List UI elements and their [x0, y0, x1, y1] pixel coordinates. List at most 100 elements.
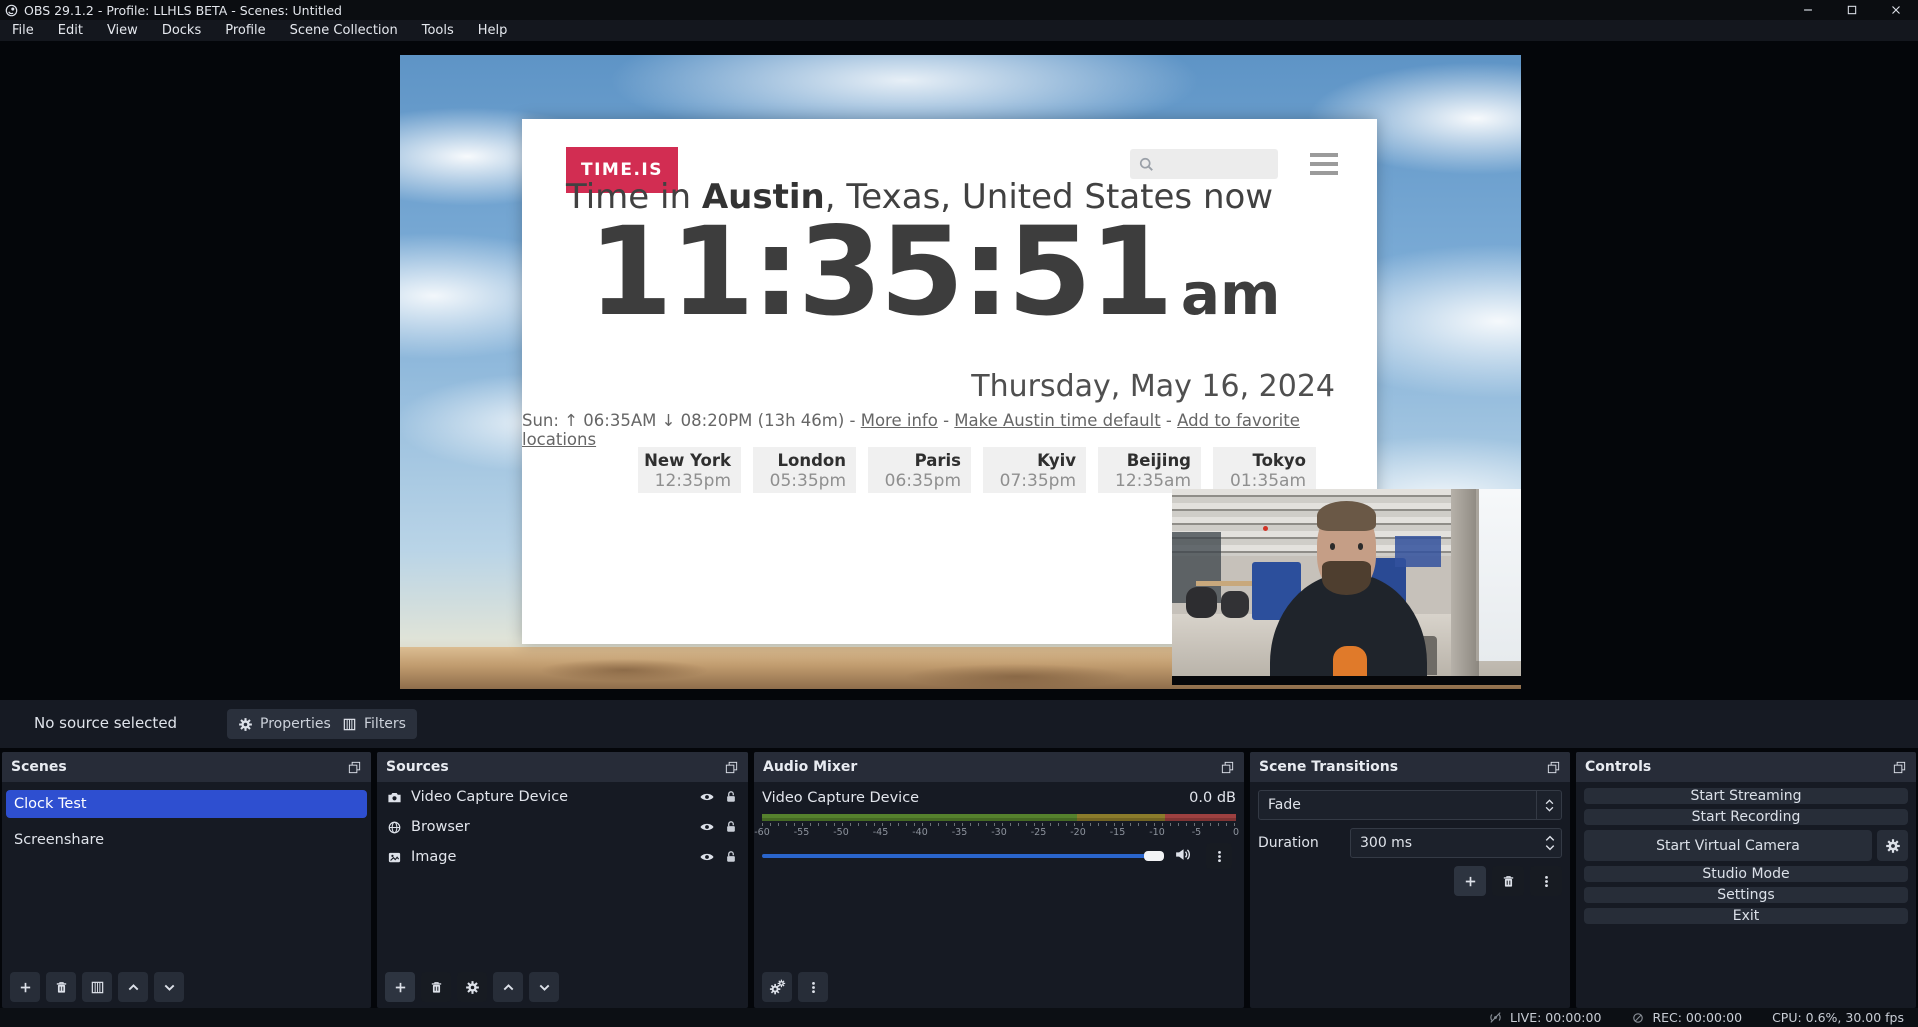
plus-icon — [18, 980, 33, 995]
advanced-audio-button[interactable] — [762, 972, 792, 1002]
make-default-link: Make Austin time default — [954, 411, 1160, 430]
source-item-browser[interactable]: Browser — [377, 812, 748, 842]
popout-icon[interactable] — [347, 760, 362, 775]
globe-icon — [387, 820, 402, 835]
menu-scene-collection[interactable]: Scene Collection — [278, 20, 410, 41]
controls-panel: Controls Start Streaming Start Recording… — [1576, 752, 1916, 1008]
dots-icon — [1212, 849, 1227, 864]
exit-button[interactable]: Exit — [1584, 908, 1908, 924]
minimize-button[interactable] — [1786, 0, 1830, 20]
start-streaming-button[interactable]: Start Streaming — [1584, 788, 1908, 804]
source-item-image[interactable]: Image — [377, 842, 748, 872]
gear-icon — [238, 717, 253, 732]
source-item-video-capture[interactable]: Video Capture Device — [377, 782, 748, 812]
remove-scene-button[interactable] — [46, 972, 76, 1002]
meter-tick-labels: -60 -55 -50 -45 -40 -35 -30 -25 -20 -15 … — [762, 827, 1236, 839]
lock-icon[interactable] — [724, 820, 738, 834]
duration-spinbox[interactable]: 300 ms — [1350, 828, 1562, 858]
mixer-channel-name: Video Capture Device — [762, 790, 919, 806]
scenes-panel-title: Scenes — [11, 759, 67, 775]
close-button[interactable] — [1874, 0, 1918, 20]
timeis-sun-line: Sun: ↑ 06:35AM ↓ 08:20PM (13h 46m) - Mor… — [522, 411, 1335, 449]
studio-mode-button[interactable]: Studio Mode — [1584, 866, 1908, 882]
menu-docks[interactable]: Docks — [150, 20, 213, 41]
popout-icon[interactable] — [1546, 760, 1561, 775]
remove-source-button[interactable] — [421, 972, 451, 1002]
filter-icon — [90, 980, 105, 995]
gears-icon — [769, 979, 786, 996]
status-bar: LIVE: 00:00:00 REC: 00:00:00 CPU: 0.6%, … — [0, 1008, 1918, 1027]
chevron-down-icon — [537, 980, 552, 995]
properties-button[interactable]: Properties — [227, 709, 342, 739]
start-virtual-camera-button[interactable]: Start Virtual Camera — [1584, 830, 1872, 861]
scene-item-clock-test[interactable]: Clock Test — [6, 790, 367, 818]
trash-icon — [1501, 874, 1516, 889]
record-inactive-icon — [1631, 1011, 1645, 1025]
audio-mixer-panel: Audio Mixer Video Capture Device 0.0 dB … — [754, 752, 1244, 1008]
menu-view[interactable]: View — [95, 20, 150, 41]
menu-profile[interactable]: Profile — [213, 20, 277, 41]
chevron-up-icon — [126, 980, 141, 995]
transition-select[interactable]: Fade — [1258, 790, 1562, 820]
settings-button[interactable]: Settings — [1584, 887, 1908, 903]
stream-inactive-icon — [1488, 1010, 1503, 1025]
eye-icon[interactable] — [699, 789, 715, 805]
source-properties-button[interactable] — [457, 972, 487, 1002]
scene-filters-button[interactable] — [82, 972, 112, 1002]
transitions-panel-title: Scene Transitions — [1259, 759, 1398, 775]
mixer-channel-menu-button[interactable] — [1206, 843, 1232, 869]
maximize-button[interactable] — [1830, 0, 1874, 20]
volume-slider-handle[interactable] — [1144, 851, 1164, 861]
volume-slider[interactable] — [762, 854, 1162, 858]
spin-up-icon[interactable] — [1545, 835, 1555, 842]
obs-logo-icon — [5, 4, 18, 17]
remove-transition-button[interactable] — [1492, 866, 1524, 896]
add-source-button[interactable] — [385, 972, 415, 1002]
move-source-down-button[interactable] — [529, 972, 559, 1002]
title-bar: OBS 29.1.2 - Profile: LLHLS BETA - Scene… — [0, 0, 1918, 20]
popout-icon[interactable] — [1220, 760, 1235, 775]
menu-tools[interactable]: Tools — [410, 20, 466, 41]
trash-icon — [429, 980, 444, 995]
clock-meridiem: am — [1181, 260, 1281, 328]
menu-help[interactable]: Help — [466, 20, 520, 41]
docks-row: Scenes Clock Test Screenshare Sources Vi… — [0, 752, 1918, 1008]
webcam-source — [1172, 489, 1521, 685]
move-scene-up-button[interactable] — [118, 972, 148, 1002]
eye-icon[interactable] — [699, 849, 715, 865]
move-source-up-button[interactable] — [493, 972, 523, 1002]
start-recording-button[interactable]: Start Recording — [1584, 809, 1908, 825]
city-box: Beijing12:35am — [1098, 447, 1201, 493]
scene-item-screenshare[interactable]: Screenshare — [6, 826, 367, 854]
close-icon — [1889, 3, 1903, 17]
lock-icon[interactable] — [724, 850, 738, 864]
popout-icon[interactable] — [1892, 760, 1907, 775]
speaker-icon[interactable] — [1174, 846, 1191, 863]
cpu-fps-stats: CPU: 0.6%, 30.00 fps — [1772, 1010, 1904, 1025]
filter-icon — [342, 717, 357, 732]
add-scene-button[interactable] — [10, 972, 40, 1002]
minimize-icon — [1801, 3, 1815, 17]
duration-value: 300 ms — [1351, 835, 1539, 851]
gear-icon — [1885, 838, 1901, 854]
transition-menu-button[interactable] — [1530, 866, 1562, 896]
scene-preview[interactable]: TIME.IS Time in Austin, Texas, United St… — [400, 55, 1521, 689]
scene-transitions-panel: Scene Transitions Fade Duration 300 ms — [1250, 752, 1570, 1008]
eye-icon[interactable] — [699, 819, 715, 835]
spin-down-icon[interactable] — [1545, 844, 1555, 851]
move-scene-down-button[interactable] — [154, 972, 184, 1002]
filters-button[interactable]: Filters — [331, 709, 417, 739]
virtual-camera-config-button[interactable] — [1877, 830, 1908, 861]
add-transition-button[interactable] — [1454, 866, 1486, 896]
city-box: Tokyo01:35am — [1213, 447, 1316, 493]
city-box: London05:35pm — [753, 447, 856, 493]
volume-meter — [762, 814, 1236, 821]
mixer-menu-button[interactable] — [798, 972, 828, 1002]
menu-file[interactable]: File — [0, 20, 46, 41]
lock-icon[interactable] — [724, 790, 738, 804]
maximize-icon — [1845, 3, 1859, 17]
popout-icon[interactable] — [724, 760, 739, 775]
meter-tickmarks — [762, 823, 1236, 826]
menu-edit[interactable]: Edit — [46, 20, 95, 41]
sources-panel: Sources Video Capture Device Browser Ima… — [377, 752, 748, 1008]
